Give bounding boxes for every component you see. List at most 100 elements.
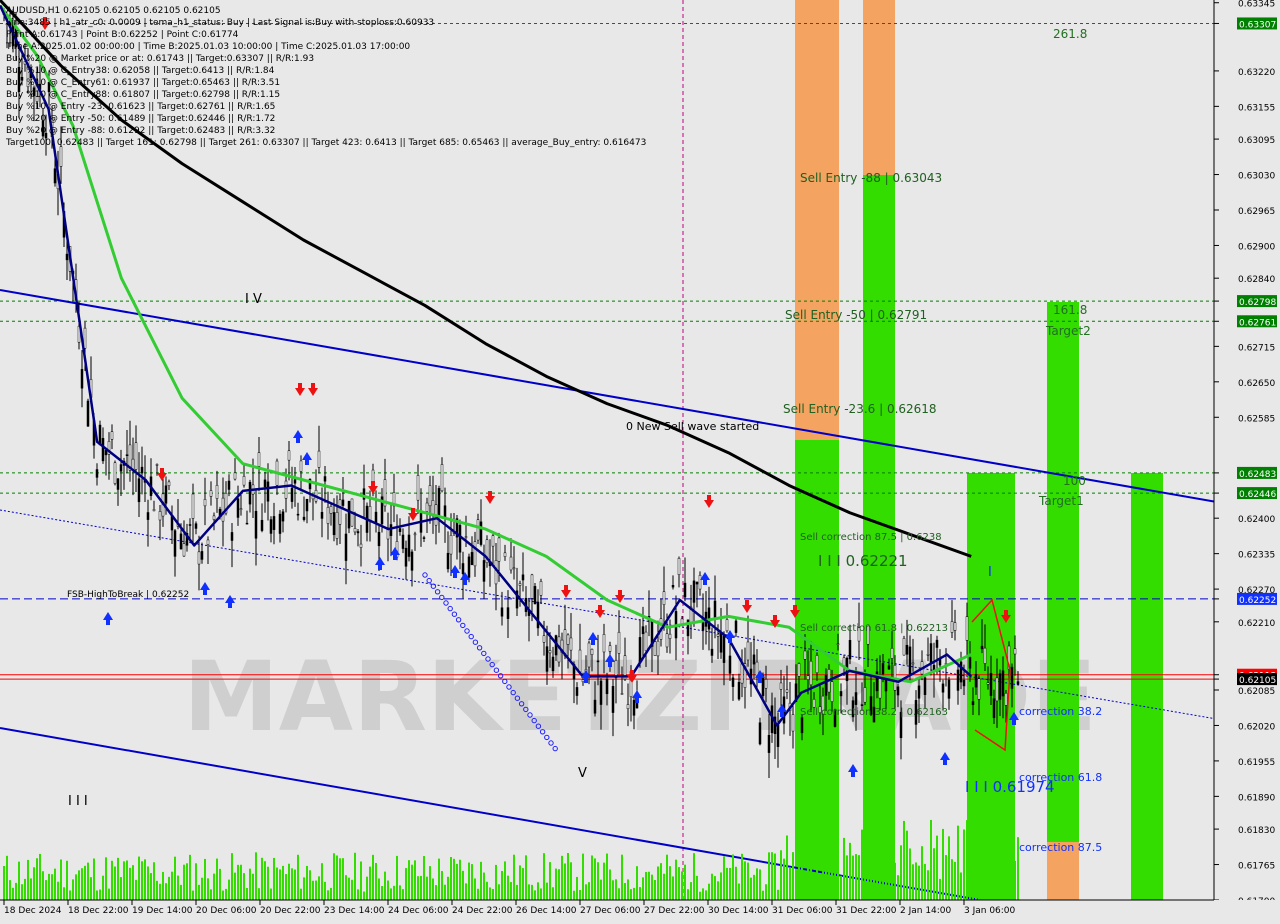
candle-body xyxy=(182,543,186,557)
candle-body xyxy=(710,648,714,656)
candle-body xyxy=(695,581,699,585)
candle-body xyxy=(461,563,465,575)
candle-body xyxy=(923,677,927,695)
candle-body xyxy=(656,640,660,657)
header-line: Time A:2025.01.02 00:00:00 | Time B:2025… xyxy=(5,42,410,52)
header-line: Buy %20 @ Entry -88: 0.61292 || Target:0… xyxy=(6,126,275,136)
candle-body xyxy=(140,466,144,474)
price-tick-label: 0.62715 xyxy=(1238,343,1275,353)
candle-body xyxy=(683,582,687,598)
candle-body xyxy=(173,530,177,557)
candle-body xyxy=(917,685,921,699)
candle-body xyxy=(926,654,930,656)
fib-261-label: 261.8 xyxy=(1053,27,1087,41)
candle-body xyxy=(113,462,117,484)
candle-body xyxy=(356,531,360,534)
candle-body xyxy=(272,516,276,530)
candle-body xyxy=(404,547,408,567)
header-line: Line:3485 | h1_atr_c0: 0.0009 | tema_h1_… xyxy=(6,18,434,28)
candle-body xyxy=(266,481,270,502)
candle-body xyxy=(974,674,978,688)
candle-body xyxy=(320,511,324,519)
candle-body xyxy=(884,679,888,692)
candle-body xyxy=(323,476,327,482)
candle-body xyxy=(317,450,321,468)
candle-body xyxy=(152,509,156,512)
wave-iii-buy-label: I I I 0.61974 xyxy=(965,778,1055,796)
price-tick-label: 0.62840 xyxy=(1238,275,1275,285)
candle-body xyxy=(116,478,120,490)
candle-body xyxy=(290,487,294,502)
candle-body xyxy=(164,485,168,504)
candle-body xyxy=(776,724,780,747)
price-tick-label: 0.61890 xyxy=(1238,793,1275,803)
candle-body xyxy=(662,591,666,605)
candle-body xyxy=(377,531,381,547)
target2-label: Target2 xyxy=(1045,324,1091,338)
candle-body xyxy=(956,669,960,691)
fsb-label: FSB-HighToBreak | 0.62252 xyxy=(67,590,189,600)
wave-iv-label: I V xyxy=(245,292,262,307)
candle-body xyxy=(398,528,402,532)
sell-entry-50-label: Sell Entry -50 | 0.62791 xyxy=(785,308,927,322)
candle-body xyxy=(407,534,411,557)
sell-zone-orange-1 xyxy=(795,0,839,440)
candle-body xyxy=(611,686,615,713)
candle-body xyxy=(269,519,273,534)
chart-root: MARKETZITRADE 261.8 161.8 Target2 100 Target1… xyxy=(0,0,1280,920)
time-tick-label: 26 Dec 14:00 xyxy=(516,906,577,916)
candle-body xyxy=(641,626,645,635)
price-tick-label: 0.62335 xyxy=(1238,551,1275,561)
candle-body xyxy=(59,146,63,167)
candle-body xyxy=(242,476,246,486)
candle-body xyxy=(953,622,957,631)
candle-body xyxy=(632,699,636,716)
time-tick-label: 3 Jan 06:00 xyxy=(964,906,1016,916)
candle-body xyxy=(752,654,756,665)
candle-body xyxy=(863,687,867,703)
candle-body xyxy=(968,657,972,669)
candle-body xyxy=(329,506,333,514)
candle-body xyxy=(998,673,1002,700)
candle-body xyxy=(905,644,909,655)
candle-body xyxy=(638,637,642,663)
price-chart[interactable]: MARKETZITRADE261.8161.8Target2100Target1… xyxy=(0,0,1280,920)
price-tag-label: 0.62105 xyxy=(1239,676,1276,686)
price-tick-label: 0.62020 xyxy=(1238,722,1275,732)
corr-382-label: correction 38.2 xyxy=(1019,705,1102,718)
price-tick-label: 0.63345 xyxy=(1238,0,1275,10)
candle-body xyxy=(227,480,231,490)
candle-body xyxy=(482,560,486,582)
candle-body xyxy=(533,586,537,605)
candle-body xyxy=(479,521,483,545)
candle-body xyxy=(950,621,954,633)
candle-body xyxy=(542,635,546,643)
candle-body xyxy=(248,482,252,505)
candle-body xyxy=(962,679,966,687)
wave-i-label: I xyxy=(988,565,992,580)
candle-body xyxy=(722,635,726,663)
candle-body xyxy=(467,556,471,578)
candle-body xyxy=(809,660,813,686)
header-line: AUDUSD,H1 0.62105 0.62105 0.62105 0.6210… xyxy=(6,6,221,16)
candle-body xyxy=(989,672,993,696)
candle-body xyxy=(815,655,819,673)
candle-body xyxy=(347,500,351,529)
candle-body xyxy=(737,681,741,700)
candle-body xyxy=(779,682,783,690)
candle-body xyxy=(101,438,105,462)
candle-body xyxy=(83,327,87,349)
candle-body xyxy=(500,607,504,617)
time-tick-label: 19 Dec 14:00 xyxy=(132,906,193,916)
candle-body xyxy=(215,485,219,499)
time-tick-label: 20 Dec 06:00 xyxy=(196,906,257,916)
sell-entry-23-label: Sell Entry -23.6 | 0.62618 xyxy=(783,402,937,416)
candle-body xyxy=(653,641,657,656)
price-tick-label: 0.61765 xyxy=(1238,862,1275,872)
candle-body xyxy=(134,442,138,470)
candle-body xyxy=(902,638,906,656)
price-tick-label: 0.61955 xyxy=(1238,758,1275,768)
candle-body xyxy=(545,646,549,672)
candle-body xyxy=(665,633,669,648)
candle-body xyxy=(137,478,141,503)
